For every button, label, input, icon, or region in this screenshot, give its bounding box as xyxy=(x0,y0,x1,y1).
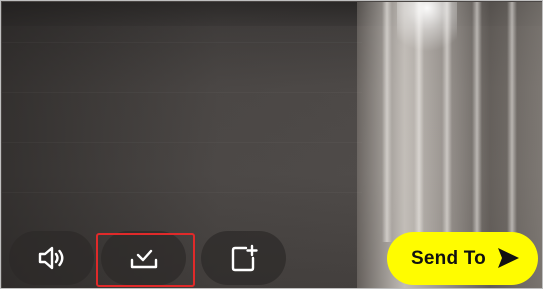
sound-toggle-button[interactable] xyxy=(9,231,94,285)
wall-texture-line xyxy=(2,92,362,93)
send-to-label: Send To xyxy=(411,247,486,269)
send-arrow-icon xyxy=(496,247,520,274)
add-to-story-icon xyxy=(229,244,259,272)
send-to-button[interactable]: Send To xyxy=(387,232,538,285)
wall-texture-line xyxy=(2,192,362,193)
curtain-fold xyxy=(382,2,392,242)
curtain-fold xyxy=(472,2,482,242)
save-button-highlight xyxy=(96,233,195,287)
wall-texture-line xyxy=(2,42,362,43)
window-glare xyxy=(397,2,457,62)
curtain-fold xyxy=(507,2,517,242)
add-to-story-button[interactable] xyxy=(201,231,286,285)
snap-preview-frame: Send To xyxy=(0,0,543,289)
wall-texture-line xyxy=(2,142,362,143)
speaker-icon xyxy=(37,245,67,271)
